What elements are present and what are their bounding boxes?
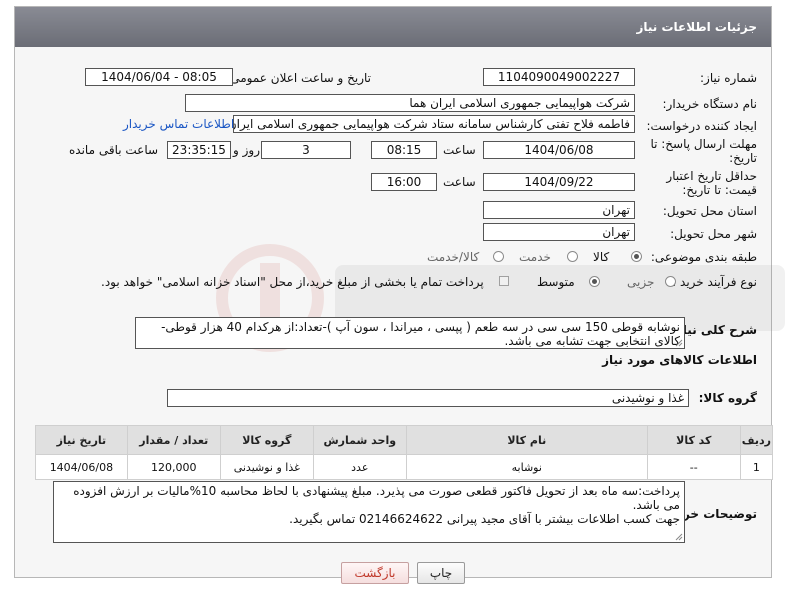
cell-row-number: 1 <box>739 454 774 480</box>
purchase-radio-medium[interactable] <box>589 276 600 287</box>
back-button[interactable]: بازگشت <box>341 562 409 584</box>
table-row: 1 -- نوشابه عدد غذا و نوشیدنی 120,000 14… <box>35 454 774 480</box>
creator-field: فاطمه فلاح تفتی کارشناس سامانه ستاد شرکت… <box>233 115 635 133</box>
treasury-checkbox[interactable] <box>499 276 509 286</box>
city-field: تهران <box>483 223 635 241</box>
purchase-option-medium: متوسط <box>537 275 575 289</box>
province-field: تهران <box>483 201 635 219</box>
category-label: طبقه بندی موضوعی: <box>650 250 757 264</box>
col-unit: واحد شمارش <box>312 425 407 455</box>
col-goods-name: نام کالا <box>405 425 648 455</box>
col-goods-group: گروه کالا <box>219 425 314 455</box>
days-field: 3 <box>261 141 351 159</box>
price-valid-label: حداقل تاریخ اعتبار قیمت: تا تاریخ: <box>666 169 757 197</box>
buyer-org-label: نام دستگاه خریدار: <box>662 97 758 111</box>
need-number-field: 1104090049002227 <box>483 68 635 86</box>
resize-grip-icon[interactable] <box>675 533 683 541</box>
goods-group-field: غذا و نوشیدنی <box>167 389 689 407</box>
price-valid-time-label: ساعت <box>443 175 476 189</box>
province-label: استان محل تحویل: <box>662 204 757 218</box>
deadline-time-field: 08:15 <box>371 141 437 159</box>
deadline-date-field: 1404/06/08 <box>483 141 635 159</box>
cell-quantity: 120,000 <box>126 454 221 480</box>
cell-need-date: 1404/06/08 <box>35 454 128 480</box>
buyer-notes-line-2: جهت کسب اطلاعات بیشتر با آقای مجید پیران… <box>289 512 680 526</box>
buyer-contact-link[interactable]: اطلاعات تماس خریدار <box>123 117 234 131</box>
treasury-note: پرداخت تمام یا بخشی از مبلغ خرید،از محل … <box>101 275 484 289</box>
buyer-org-field: شرکت هواپیمایی جمهوری اسلامی ایران هما <box>185 94 635 112</box>
category-radio-goods-service[interactable] <box>493 251 504 262</box>
category-radio-goods[interactable] <box>631 251 642 262</box>
page-title: جزئیات اطلاعات نیاز <box>15 7 771 47</box>
announce-label: تاریخ و ساعت اعلان عمومی: <box>226 71 371 85</box>
cell-goods-group: غذا و نوشیدنی <box>219 454 314 480</box>
col-need-date: تاریخ نیاز <box>35 425 128 455</box>
price-valid-time-field: 16:00 <box>371 173 437 191</box>
print-button[interactable]: چاپ <box>417 562 465 584</box>
need-number-label: شماره نیاز: <box>700 71 757 85</box>
col-goods-code: کد کالا <box>646 425 741 455</box>
purchase-type-label: نوع فرآیند خرید : <box>672 275 757 289</box>
need-details-window: جزئیات اطلاعات نیاز شماره نیاز: 11040900… <box>14 6 785 584</box>
buyer-notes-line-1: پرداخت:سه ماه بعد از تحویل فاکتور قطعی ص… <box>73 484 680 512</box>
city-label: شهر محل تحویل: <box>670 227 757 241</box>
cell-unit: عدد <box>312 454 407 480</box>
category-option-goods: کالا <box>593 250 610 264</box>
col-quantity: تعداد / مقدار <box>126 425 221 455</box>
table-header-row: ردیف کد کالا نام کالا واحد شمارش گروه کا… <box>35 425 774 455</box>
goods-table: ردیف کد کالا نام کالا واحد شمارش گروه کا… <box>35 425 774 480</box>
category-radio-service[interactable] <box>567 251 578 262</box>
deadline-time-label: ساعت <box>443 143 476 157</box>
buyer-notes-field: پرداخت:سه ماه بعد از تحویل فاکتور قطعی ص… <box>53 481 685 543</box>
general-desc-field: نوشابه قوطی 150 سی سی در سه طعم ( پپسی ،… <box>135 317 685 349</box>
price-valid-date-field: 1404/09/22 <box>483 173 635 191</box>
deadline-label: مهلت ارسال پاسخ: تا تاریخ: <box>650 137 757 165</box>
remaining-label: ساعت باقی مانده <box>69 143 159 157</box>
purchase-radio-minor[interactable] <box>665 276 676 287</box>
purchase-option-minor: جزیی <box>627 275 655 289</box>
general-desc-text: نوشابه قوطی 150 سی سی در سه طعم ( پپسی ،… <box>161 320 680 348</box>
category-option-service: خدمت <box>519 250 551 264</box>
goods-group-label: گروه کالا: <box>698 391 757 405</box>
resize-grip-icon[interactable] <box>675 339 683 347</box>
announce-field: 1404/06/04 - 08:05 <box>85 68 233 86</box>
days-label: روز و <box>233 143 260 157</box>
goods-info-title: اطلاعات کالاهای مورد نیاز <box>602 353 757 367</box>
category-option-goods-service: کالا/خدمت <box>427 250 480 264</box>
col-row-number: ردیف <box>739 425 774 455</box>
creator-label: ایجاد کننده درخواست: <box>646 119 757 133</box>
remaining-time-field: 23:35:15 <box>167 141 231 159</box>
cell-goods-code: -- <box>646 454 741 480</box>
cell-goods-name: نوشابه <box>405 454 648 480</box>
